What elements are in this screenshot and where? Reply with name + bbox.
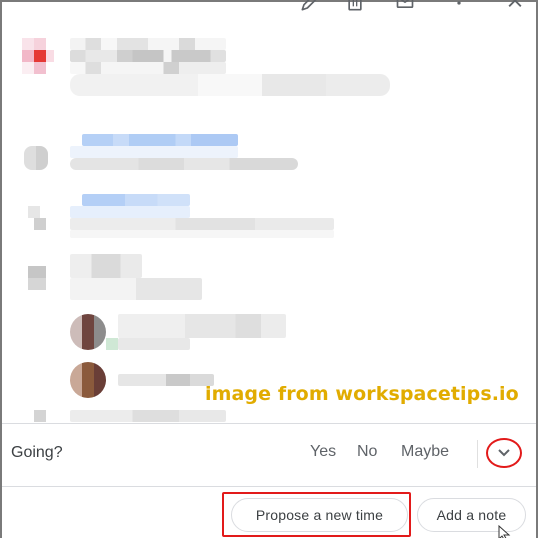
rsvp-separator (477, 440, 478, 468)
event-date-blurred (70, 74, 390, 96)
video-call-icon (24, 146, 48, 170)
rsvp-more-options-button[interactable] (486, 438, 522, 468)
rsvp-row: Going? Yes No Maybe (2, 424, 536, 486)
video-call-link-blurred-line (70, 146, 238, 158)
phone-icon-pixel (34, 218, 46, 230)
event-color-icon-pixel (34, 38, 46, 50)
edit-icon[interactable] (298, 0, 320, 14)
guest-status-icon (106, 338, 118, 350)
rsvp-maybe-button[interactable]: Maybe (401, 443, 449, 461)
more-options-icon[interactable] (448, 0, 470, 14)
rsvp-yes-button[interactable]: Yes (310, 443, 336, 461)
notification-icon (34, 410, 46, 422)
guests-summary-blurred (70, 278, 202, 300)
guest-avatar (70, 362, 106, 398)
notification-text-blurred (70, 410, 226, 422)
rsvp-no-button[interactable]: No (357, 443, 377, 461)
event-title-blurred-line (70, 50, 226, 62)
close-icon[interactable] (504, 0, 526, 14)
chevron-down-icon (498, 449, 510, 457)
phone-info-blurred (70, 218, 334, 230)
event-color-icon (22, 38, 34, 50)
going-label: Going? (11, 444, 63, 461)
video-call-info-blurred (70, 158, 298, 170)
email-icon[interactable] (394, 0, 416, 14)
guest-role-blurred (118, 338, 190, 350)
divider (2, 486, 536, 487)
event-color-icon-pixel (34, 50, 46, 62)
mouse-cursor-icon (498, 525, 511, 538)
phone-link-blurred[interactable] (82, 194, 190, 206)
guest-avatar (70, 314, 106, 350)
event-color-icon-pixel (22, 62, 34, 74)
event-title-blurred (70, 38, 226, 50)
guest-name-blurred (118, 314, 286, 338)
event-detail-panel: image from workspacetips.io Going? Yes N… (0, 0, 538, 538)
phone-icon (28, 206, 40, 218)
event-toolbar (2, 0, 536, 18)
watermark-text: image from workspacetips.io (205, 383, 519, 405)
video-call-link-blurred[interactable] (82, 134, 238, 146)
phone-link-blurred-line (70, 206, 190, 218)
event-title-blurred-line (70, 62, 226, 74)
guests-icon (28, 266, 46, 290)
guest-name-blurred (118, 374, 214, 386)
event-color-icon-pixel (34, 62, 46, 74)
event-color-icon-pixel (46, 50, 54, 62)
guests-count-blurred (70, 254, 142, 278)
delete-icon[interactable] (344, 0, 366, 14)
phone-info-blurred-line (70, 230, 334, 238)
event-color-icon-pixel (22, 50, 34, 62)
annotation-highlight-box (222, 492, 411, 537)
